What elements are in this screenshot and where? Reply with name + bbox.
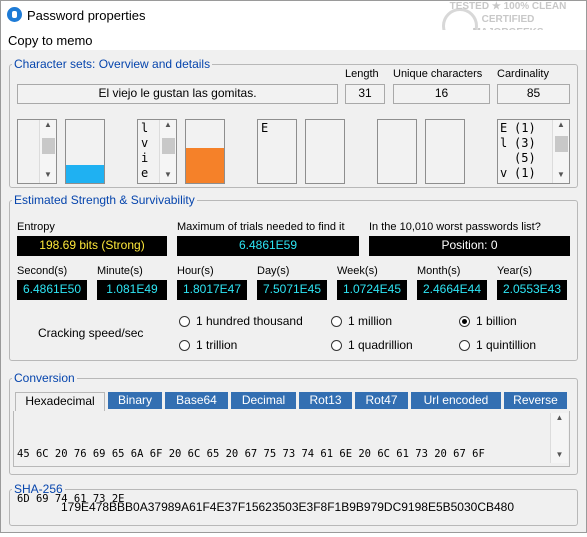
charset-list-1[interactable]: ▲ ▼ bbox=[17, 119, 57, 184]
cardinality-label: Cardinality bbox=[497, 68, 549, 80]
speed-label-quadrillion[interactable]: 1 quadrillion bbox=[348, 338, 413, 352]
minutes-label: Minute(s) bbox=[97, 265, 143, 277]
scrollbar[interactable]: ▲ ▼ bbox=[552, 120, 569, 183]
charset-list-2-chars: l v i e bbox=[141, 121, 149, 180]
tab-hexadecimal[interactable]: Hexadecimal bbox=[15, 392, 105, 412]
orange-level-bar bbox=[185, 119, 225, 184]
scroll-up-icon[interactable]: ▲ bbox=[40, 120, 56, 129]
days-label: Day(s) bbox=[257, 265, 290, 277]
tab-reverse[interactable]: Reverse bbox=[504, 392, 567, 409]
scroll-down-icon[interactable]: ▼ bbox=[551, 450, 568, 459]
weeks-value: 1.0724E45 bbox=[337, 280, 407, 300]
sha-value[interactable]: 179E478BBB0A37989A61F4E37F15623503E3F8F1… bbox=[61, 500, 514, 514]
tab-rot47[interactable]: Rot47 bbox=[355, 392, 408, 409]
seconds-label: Second(s) bbox=[17, 265, 68, 277]
speed-radio-billion[interactable] bbox=[459, 316, 470, 327]
blue-level-fill bbox=[66, 165, 104, 183]
months-value: 2.4664E44 bbox=[417, 280, 487, 300]
char-count-row[interactable]: l (3) bbox=[500, 136, 536, 151]
app-icon bbox=[7, 7, 22, 22]
char-count-row[interactable]: E (1) bbox=[500, 121, 536, 136]
speed-label-quintillion[interactable]: 1 quintillion bbox=[476, 338, 536, 352]
menu-copy-to-memo[interactable]: Copy to memo bbox=[8, 33, 93, 48]
charset-list-2[interactable]: l v i e ▲ ▼ bbox=[137, 119, 177, 184]
scroll-down-icon[interactable]: ▼ bbox=[160, 170, 176, 179]
charset-list-3[interactable]: E bbox=[257, 119, 297, 184]
scroll-up-icon[interactable]: ▲ bbox=[551, 413, 568, 422]
blue-level-bar bbox=[65, 119, 105, 184]
trials-value: 6.4861E59 bbox=[177, 236, 359, 256]
speed-radio-million[interactable] bbox=[331, 316, 342, 327]
weeks-label: Week(s) bbox=[337, 265, 378, 277]
conversion-line-1: 45 6C 20 76 69 65 6A 6F 20 6C 65 20 67 7… bbox=[17, 448, 485, 460]
char-count-row[interactable]: v (1) bbox=[500, 166, 536, 181]
scroll-up-icon[interactable]: ▲ bbox=[553, 120, 569, 129]
tab-rot13[interactable]: Rot13 bbox=[299, 392, 352, 409]
entropy-label: Entropy bbox=[17, 221, 55, 233]
charset-level-bar-4 bbox=[425, 119, 465, 184]
scroll-thumb[interactable] bbox=[555, 136, 568, 152]
entropy-value: 198.69 bits (Strong) bbox=[17, 236, 167, 256]
scrollbar[interactable]: ▲ ▼ bbox=[39, 120, 56, 183]
char-count-rows: E (1) l (3) (5) v (1) bbox=[500, 121, 536, 181]
tab-decimal[interactable]: Decimal bbox=[231, 392, 296, 409]
password-field[interactable]: El viejo le gustan las gomitas. bbox=[17, 84, 338, 104]
tab-base64[interactable]: Base64 bbox=[165, 392, 228, 409]
length-value: 31 bbox=[345, 84, 385, 104]
speed-label-million[interactable]: 1 million bbox=[348, 314, 392, 328]
sha-legend: SHA-256 bbox=[14, 482, 63, 496]
tab-url-encoded[interactable]: Url encoded bbox=[411, 392, 501, 409]
speed-radio-quadrillion[interactable] bbox=[331, 340, 342, 351]
scroll-thumb[interactable] bbox=[42, 138, 55, 154]
charset-list-4[interactable] bbox=[377, 119, 417, 184]
scroll-down-icon[interactable]: ▼ bbox=[553, 170, 569, 179]
hours-value: 1.8017E47 bbox=[177, 280, 247, 300]
worst-value: Position: 0 bbox=[369, 236, 570, 256]
scrollbar[interactable]: ▲ ▼ bbox=[159, 120, 176, 183]
tab-binary[interactable]: Binary bbox=[108, 392, 162, 409]
cracking-speed-label: Cracking speed/sec bbox=[38, 326, 144, 340]
seconds-value: 6.4861E50 bbox=[17, 280, 87, 300]
conversion-scrollbar[interactable]: ▲ ▼ bbox=[550, 413, 568, 463]
charsets-legend: Character sets: Overview and details bbox=[14, 57, 211, 71]
window-title: Password properties bbox=[27, 8, 146, 23]
years-value: 2.0553E43 bbox=[497, 280, 567, 300]
unique-label: Unique characters bbox=[393, 68, 483, 80]
scroll-down-icon[interactable]: ▼ bbox=[40, 170, 56, 179]
orange-level-fill bbox=[186, 148, 224, 183]
minutes-value: 1.081E49 bbox=[97, 280, 167, 300]
worst-label: In the 10,010 worst passwords list? bbox=[369, 221, 541, 233]
conversion-legend: Conversion bbox=[14, 371, 75, 385]
hours-label: Hour(s) bbox=[177, 265, 214, 277]
days-value: 7.5071E45 bbox=[257, 280, 327, 300]
char-count-list[interactable]: E (1) l (3) (5) v (1) ▲ ▼ bbox=[497, 119, 570, 184]
speed-radio-trillion[interactable] bbox=[179, 340, 190, 351]
unique-value: 16 bbox=[393, 84, 490, 104]
charset-list-3-chars: E bbox=[261, 121, 269, 135]
speed-label-hundred-thousand[interactable]: 1 hundred thousand bbox=[196, 314, 303, 328]
scroll-thumb[interactable] bbox=[162, 138, 175, 154]
strength-legend: Estimated Strength & Survivability bbox=[14, 193, 195, 207]
speed-label-billion[interactable]: 1 billion bbox=[476, 314, 517, 328]
speed-radio-hundred-thousand[interactable] bbox=[179, 316, 190, 327]
conversion-output[interactable]: 45 6C 20 76 69 65 6A 6F 20 6C 65 20 67 7… bbox=[13, 411, 570, 505]
speed-radio-quintillion[interactable] bbox=[459, 340, 470, 351]
years-label: Year(s) bbox=[497, 265, 533, 277]
scroll-up-icon[interactable]: ▲ bbox=[160, 120, 176, 129]
trials-label: Maximum of trials needed to find it bbox=[177, 221, 345, 233]
cardinality-value: 85 bbox=[497, 84, 570, 104]
length-label: Length bbox=[345, 68, 379, 80]
speed-label-trillion[interactable]: 1 trillion bbox=[196, 338, 237, 352]
char-count-row[interactable]: (5) bbox=[500, 151, 536, 166]
months-label: Month(s) bbox=[417, 265, 461, 277]
charset-level-bar-3 bbox=[305, 119, 345, 184]
